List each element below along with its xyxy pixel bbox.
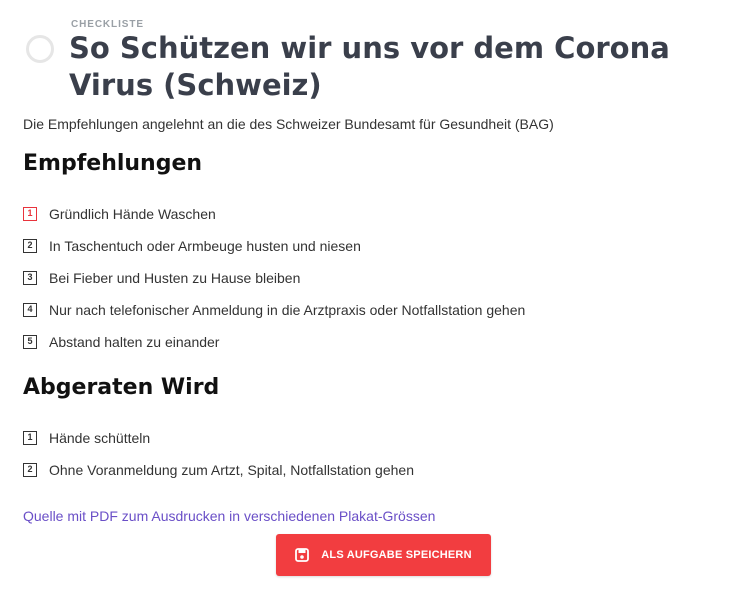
save-button-label: ALS AUFGABE SPEICHERN <box>321 549 472 561</box>
save-as-task-button[interactable]: ALS AUFGABE SPEICHERN <box>276 534 491 576</box>
item-number-box[interactable]: 4 <box>23 303 37 317</box>
item-number-box[interactable]: 5 <box>23 335 37 349</box>
checklist-item[interactable]: 1 Hände schütteln <box>23 429 150 447</box>
section-heading-empfehlungen: Empfehlungen <box>23 151 203 176</box>
item-label: Hände schütteln <box>49 430 151 446</box>
checklist-eyebrow: CHECKLISTE <box>71 19 144 30</box>
save-icon <box>295 548 310 562</box>
item-label: Nur nach telefonischer Anmeldung in die … <box>49 302 526 318</box>
checklist-item[interactable]: 5 Abstand halten zu einander <box>23 333 219 351</box>
page-title: So Schützen wir uns vor dem Corona Virus… <box>69 31 670 102</box>
source-pdf-link[interactable]: Quelle mit PDF zum Ausdrucken in verschi… <box>23 508 435 524</box>
item-label: Gründlich Hände Waschen <box>49 206 216 222</box>
checklist-item[interactable]: 4 Nur nach telefonischer Anmeldung in di… <box>23 301 525 319</box>
item-number-box[interactable]: 1 <box>23 431 37 445</box>
checklist-item[interactable]: 3 Bei Fieber und Husten zu Hause bleiben <box>23 269 300 287</box>
item-label: Abstand halten zu einander <box>49 334 220 350</box>
item-label: Ohne Voranmeldung zum Artzt, Spital, Not… <box>49 462 414 478</box>
item-number-box[interactable]: 2 <box>23 239 37 253</box>
section-heading-abgeraten: Abgeraten Wird <box>23 375 220 400</box>
item-label: Bei Fieber und Husten zu Hause bleiben <box>49 270 301 286</box>
item-number-box[interactable]: 1 <box>23 207 37 221</box>
checklist-item[interactable]: 2 In Taschentuch oder Armbeuge husten un… <box>23 237 361 255</box>
item-number-box[interactable]: 3 <box>23 271 37 285</box>
completion-circle-checkbox[interactable] <box>26 35 54 63</box>
item-label: In Taschentuch oder Armbeuge husten und … <box>49 238 361 254</box>
item-number-box[interactable]: 2 <box>23 463 37 477</box>
checklist-item[interactable]: 2 Ohne Voranmeldung zum Artzt, Spital, N… <box>23 461 414 479</box>
checklist-item[interactable]: 1 Gründlich Hände Waschen <box>23 205 216 223</box>
page-subtitle: Die Empfehlungen angelehnt an die des Sc… <box>23 116 554 132</box>
